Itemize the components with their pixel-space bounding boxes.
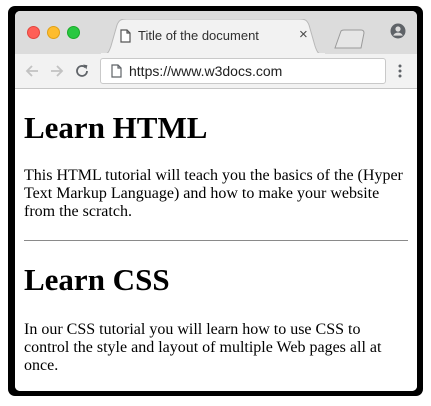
tab-strip: Title of the document × <box>15 11 417 55</box>
tab-title: Title of the document <box>138 28 259 43</box>
back-arrow-icon[interactable] <box>24 63 40 84</box>
paragraph-css: In our CSS tutorial you will learn how t… <box>24 321 382 374</box>
page-content: Learn HTML This HTML tutorial will teach… <box>15 89 417 391</box>
window-minimize-button[interactable] <box>47 26 60 39</box>
window-maximize-button[interactable] <box>67 26 80 39</box>
browser-inner: Title of the document × https://www.w3do… <box>15 11 417 391</box>
kebab-menu-icon[interactable] <box>398 64 402 83</box>
browser-tab[interactable]: Title of the document × <box>100 19 326 55</box>
forward-arrow-icon[interactable] <box>49 63 65 84</box>
document-icon <box>120 29 131 48</box>
heading-learn-css: Learn CSS <box>24 262 170 297</box>
browser-toolbar: https://www.w3docs.com <box>15 54 417 89</box>
address-url[interactable]: https://www.w3docs.com <box>129 63 282 79</box>
window-close-button[interactable] <box>27 26 40 39</box>
browser-window: Title of the document × https://www.w3do… <box>8 6 423 396</box>
profile-icon[interactable] <box>390 23 406 44</box>
new-tab-button[interactable] <box>333 29 367 54</box>
reload-icon[interactable] <box>74 63 90 84</box>
tab-close-icon[interactable]: × <box>299 27 308 42</box>
horizontal-rule <box>24 240 408 241</box>
heading-learn-html: Learn HTML <box>24 110 208 145</box>
paragraph-html: This HTML tutorial will teach you the ba… <box>24 167 403 220</box>
address-bar[interactable]: https://www.w3docs.com <box>100 58 386 84</box>
page-icon <box>111 64 122 83</box>
